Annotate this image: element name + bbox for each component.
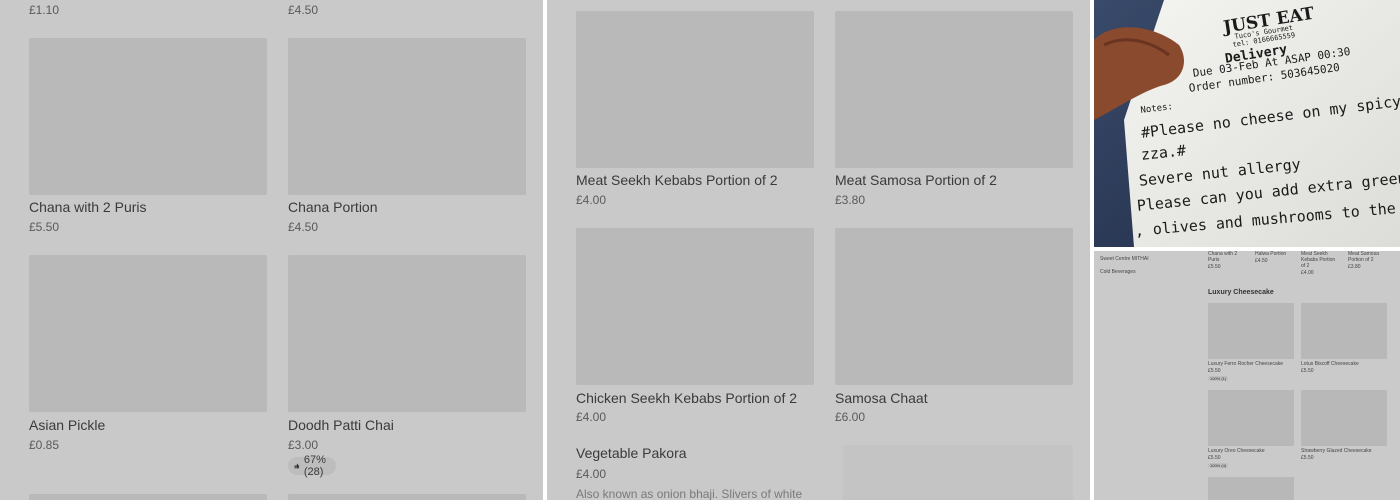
item-name: Chana Portion — [288, 199, 378, 215]
item-price: £1.10 — [29, 3, 60, 17]
item-price: £4.50 — [288, 220, 319, 234]
item-price: £0.85 — [29, 438, 60, 452]
item-image — [835, 228, 1073, 385]
mini-item-name: Halwa Portion — [1255, 251, 1287, 257]
mini-item-price: £5.50 — [1208, 264, 1221, 270]
mini-item-price: £3.80 — [1348, 264, 1361, 270]
mini-item-price: £5.50 — [1208, 455, 1221, 461]
section-heading: Luxury Cheesecake — [1208, 289, 1274, 296]
mini-item-price: £4.00 — [1301, 270, 1314, 276]
mini-item-name: Strawberry Glazed Cheesecake — [1301, 448, 1372, 454]
mini-menu-screenshot: Sweet Centre MITHAI Cold Beverages Chana… — [1094, 251, 1400, 500]
receipt-photo: JUST EAT Tuco's Gourmet tel: 0166665559 … — [1094, 0, 1400, 247]
mini-item-price: £5.50 — [1208, 368, 1221, 374]
mini-item-image[interactable] — [1208, 477, 1294, 500]
sidebar-item[interactable]: Sweet Centre MITHAI — [1100, 256, 1149, 262]
mini-item-name: Lotus Biscoff Cheesecake — [1301, 361, 1359, 367]
menu-panel-middle: Meat Seekh Kebabs Portion of 2 £4.00 Mea… — [547, 0, 1090, 500]
item-price: £4.00 — [576, 410, 607, 424]
rating-badge: 100% (1) — [1208, 376, 1229, 381]
rating-badge: 67% (28) — [288, 454, 337, 478]
rating-badge: 100% (4) — [1208, 463, 1229, 468]
item-name: Samosa Chaat — [835, 390, 928, 406]
item-price: £4.50 — [288, 3, 319, 17]
mini-item-image[interactable] — [1301, 390, 1387, 446]
item-image — [576, 228, 814, 385]
item-price: £4.00 — [576, 467, 607, 481]
mini-item-name: Luxury Ferro Rocher Cheesecake — [1208, 361, 1284, 367]
mini-item-price: £5.50 — [1301, 455, 1314, 461]
item-name: Meat Samosa Portion of 2 — [835, 172, 997, 188]
mini-item-name: Luxury Oreo Cheesecake — [1208, 448, 1265, 454]
mini-item-image[interactable] — [1301, 303, 1387, 359]
menu-panel-left: £1.10 £4.50 Chana with 2 Puris £5.50 Cha… — [0, 0, 543, 500]
item-image — [288, 38, 526, 195]
mini-item-image[interactable] — [1208, 303, 1294, 359]
item-description: Also known as onion bhaji. Slivers of wh… — [576, 487, 803, 500]
item-image — [29, 38, 267, 195]
item-image — [288, 255, 526, 412]
sidebar-item[interactable]: Cold Beverages — [1100, 269, 1136, 275]
mini-item-name: Chana with 2 Puris — [1208, 251, 1238, 263]
mini-item-image[interactable] — [1208, 390, 1294, 446]
rating-text: 67% (28) — [303, 454, 326, 478]
item-name: Meat Seekh Kebabs Portion of 2 — [576, 172, 778, 188]
item-price: £3.80 — [835, 193, 866, 207]
item-image — [288, 494, 526, 500]
item-name: Vegetable Pakora — [576, 445, 687, 461]
item-price: £3.00 — [288, 438, 319, 452]
mini-item-price: £4.50 — [1255, 258, 1268, 264]
mini-item-price: £5.50 — [1301, 368, 1314, 374]
thumbs-up-icon — [294, 463, 300, 469]
mini-item-name: Meat Seekh Kebabs Portion of 2 — [1301, 251, 1336, 269]
item-name: Chana with 2 Puris — [29, 199, 147, 215]
item-name: Asian Pickle — [29, 417, 106, 433]
item-price: £5.50 — [29, 220, 60, 234]
item-image — [576, 11, 814, 168]
item-name: Doodh Patti Chai — [288, 417, 394, 433]
item-image — [29, 494, 267, 500]
item-price: £6.00 — [835, 410, 866, 424]
item-price: £4.00 — [576, 193, 607, 207]
item-name: Chicken Seekh Kebabs Portion of 2 — [576, 390, 798, 406]
item-image — [843, 445, 1073, 500]
mini-item-name: Meat Samosa Portion of 2 — [1348, 251, 1379, 263]
item-image — [29, 255, 267, 412]
item-image — [835, 11, 1073, 168]
